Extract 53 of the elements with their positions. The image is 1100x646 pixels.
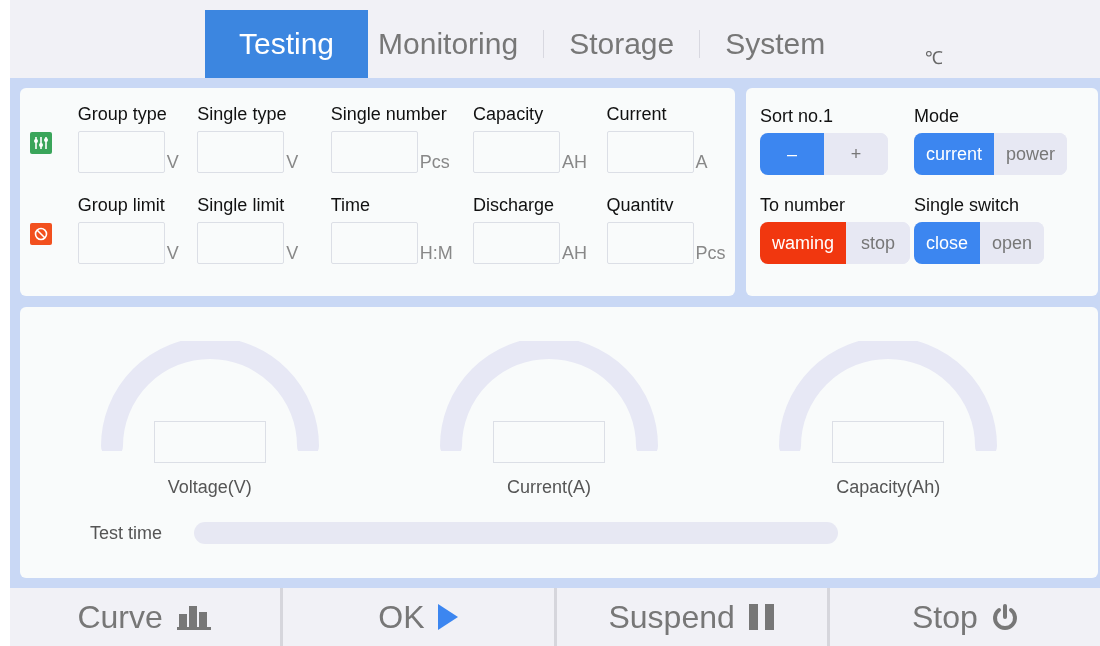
- sliders-icon: [30, 132, 52, 154]
- unit-label: A: [695, 152, 708, 173]
- input-field[interactable]: [473, 131, 561, 173]
- tab[interactable]: Testing: [205, 10, 369, 78]
- test-time-label: Test time: [90, 522, 163, 544]
- unit-label: AH: [562, 152, 588, 173]
- control-label: Single switch: [914, 195, 1021, 216]
- unit-label: H:M: [419, 243, 453, 264]
- field-label: Group type: [77, 104, 168, 125]
- control-label: Sort no.1: [760, 106, 835, 127]
- temperature-unit: ℃: [925, 47, 944, 69]
- field-label: Discharge: [473, 195, 556, 216]
- segment-option[interactable]: close: [914, 222, 981, 264]
- power-icon: [991, 603, 1018, 631]
- unit-label: V: [166, 152, 179, 173]
- forbidden-icon: [30, 223, 52, 245]
- unit-label: V: [286, 152, 299, 173]
- input-field[interactable]: [197, 222, 285, 264]
- unit-label: Pcs: [695, 243, 726, 264]
- unit-label: Pcs: [419, 152, 450, 173]
- gauge-label: Current(A): [506, 477, 591, 498]
- input-field[interactable]: [606, 131, 694, 173]
- tab[interactable]: Monitoring: [368, 0, 529, 78]
- field-label: Current: [606, 104, 668, 125]
- bar-chart-icon: [176, 604, 213, 630]
- unit-label: V: [286, 243, 299, 264]
- pause-icon: [748, 604, 775, 630]
- segment-option[interactable]: current: [914, 133, 995, 175]
- tab[interactable]: System: [715, 0, 836, 78]
- tab[interactable]: Storage: [559, 0, 685, 78]
- gauge-label: Capacity(Ah): [836, 477, 941, 498]
- input-field[interactable]: [77, 131, 165, 173]
- unit-label: AH: [562, 243, 588, 264]
- input-field[interactable]: [330, 131, 418, 173]
- segment-option[interactable]: –: [760, 133, 824, 175]
- control-label: Mode: [914, 106, 961, 127]
- field-label: Single number: [330, 104, 448, 125]
- unit-label: V: [166, 243, 179, 264]
- input-field[interactable]: [330, 222, 418, 264]
- input-field[interactable]: [197, 131, 285, 173]
- field-label: Time: [330, 195, 372, 216]
- gauge-label: Voltage(V): [167, 477, 252, 498]
- segment-option[interactable]: waming: [760, 222, 847, 264]
- input-field[interactable]: [606, 222, 694, 264]
- field-label: Quantitv: [606, 195, 675, 216]
- field-label: Single type: [197, 104, 288, 125]
- control-label: To number: [760, 195, 847, 216]
- field-label: Capacity: [473, 104, 545, 125]
- play-icon: [438, 604, 459, 630]
- field-label: Single limit: [197, 195, 286, 216]
- input-field[interactable]: [77, 222, 165, 264]
- input-field[interactable]: [473, 222, 561, 264]
- field-label: Group limit: [77, 195, 166, 216]
